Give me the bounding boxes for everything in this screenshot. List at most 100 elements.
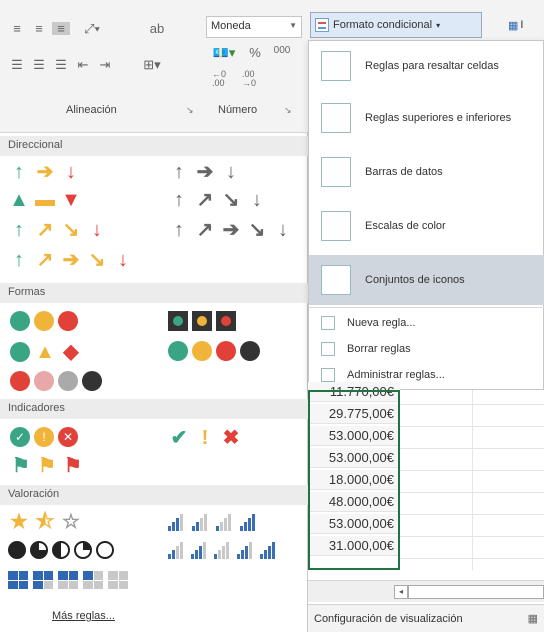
arrow-down-icon: ↓	[226, 161, 236, 183]
yellow-light-icon	[192, 311, 212, 331]
align-middle-icon[interactable]: ≡	[30, 22, 48, 35]
orientation-icon[interactable]: ⤢▾	[78, 22, 106, 35]
boxes-icon	[8, 571, 28, 589]
iconset-3-arrows-colored[interactable]: ↑ ➔ ↓	[8, 161, 82, 183]
iconset-4-arrows-gray[interactable]: ↑ ↗ ↘ ↓	[168, 189, 268, 211]
increase-indent-icon[interactable]: ⇥	[96, 58, 114, 71]
number-launcher-icon[interactable]: ↘	[284, 105, 292, 116]
arrow-up-icon: ↑	[14, 161, 24, 183]
arrow-up-icon: ↑	[174, 161, 184, 183]
merge-center-icon[interactable]: ⊞▾	[138, 58, 166, 71]
decrease-decimal-icon[interactable]: .00 →0	[236, 70, 262, 88]
iconset-3-stars[interactable]: ★ ⯪ ☆	[8, 511, 82, 533]
iconset-5-arrows-colored[interactable]: ↑ ↗ ➔ ↘ ↓	[8, 249, 134, 271]
green-circle-icon	[10, 342, 30, 362]
icon-sets-panel: Direccional ↑ ➔ ↓ ↑ ➔ ↓ ▲ ▬ ▼ ↑ ↗ ↘ ↓ ↑ …	[0, 133, 308, 632]
iconset-5-boxes[interactable]	[8, 571, 128, 589]
arrow-down-icon: ↓	[252, 189, 262, 211]
menu-item-icon-sets[interactable]: Conjuntos de iconos	[309, 255, 544, 305]
signal-bars-icon	[192, 513, 210, 531]
menu-item-top-bottom-rules[interactable]: Reglas superiores e inferiores	[309, 93, 544, 143]
status-bar: Configuración de visualización ▦	[308, 604, 544, 632]
iconset-3-flags[interactable]: ⚑ ⚑ ⚑	[10, 455, 84, 477]
iconset-red-to-black[interactable]	[10, 371, 102, 391]
iconset-3-triangles[interactable]: ▲ ▬ ▼	[8, 189, 82, 211]
table-format-button[interactable]: ▦ I	[508, 12, 544, 38]
menu-item-label: Reglas para resaltar celdas	[365, 60, 499, 72]
align-top-icon[interactable]: ≡	[8, 22, 26, 35]
iconset-5-arrows-gray[interactable]: ↑ ↗ ➔ ↘ ↓	[168, 219, 294, 241]
arrow-right-icon: ➔	[196, 161, 214, 183]
x-icon: ✖	[222, 427, 240, 449]
cell[interactable]: 53.000,00€	[308, 448, 400, 468]
arrow-up-right-icon: ↗	[36, 249, 54, 271]
quarter-one-icon	[74, 541, 92, 559]
align-center-icon[interactable]: ☰	[30, 58, 48, 71]
menu-item-highlight-rules[interactable]: Reglas para resaltar celdas	[309, 41, 544, 91]
quarter-full-icon	[8, 541, 26, 559]
align-bottom-icon[interactable]: ≡	[52, 22, 70, 35]
horizontal-scrollbar[interactable]: ◂	[308, 580, 544, 602]
triangle-down-icon: ▼	[61, 189, 81, 211]
manage-rules-icon	[321, 368, 335, 382]
iconset-5-quarters[interactable]	[8, 541, 114, 559]
gray-circle-icon	[58, 371, 78, 391]
menu-item-new-rule[interactable]: Nueva regla...	[309, 311, 544, 335]
menu-item-label: Escalas de color	[365, 220, 446, 232]
number-label: Número	[218, 104, 258, 116]
normal-view-icon[interactable]: ▦	[528, 612, 538, 625]
decrease-indent-icon[interactable]: ⇤	[74, 58, 92, 71]
arrow-down-icon: ↓	[66, 161, 76, 183]
iconset-3-symbols-circled[interactable]: ✓ ! ✕	[10, 427, 78, 447]
arrow-up-icon: ↑	[14, 249, 24, 271]
iconset-3-traffic-lights[interactable]	[10, 311, 78, 331]
yellow-circle-icon	[34, 311, 54, 331]
exclamation-icon: !	[201, 427, 209, 449]
cell[interactable]: 31.000,00€	[308, 536, 400, 556]
iconset-3-symbols[interactable]: ✔ ! ✖	[168, 427, 242, 449]
percent-style-button[interactable]: %	[246, 46, 264, 59]
align-right-icon[interactable]: ☰	[52, 58, 70, 71]
signal-bars-icon	[260, 541, 278, 559]
align-left-icon[interactable]: ☰	[8, 58, 26, 71]
cell[interactable]: 53.000,00€	[308, 426, 400, 446]
menu-item-label: Borrar reglas	[347, 343, 411, 355]
arrow-down-right-icon: ↘	[222, 189, 240, 211]
boxes-icon	[58, 571, 78, 589]
cell[interactable]: 48.000,00€	[308, 492, 400, 512]
accounting-format-icon[interactable]: 💶▾	[206, 46, 242, 59]
increase-decimal-icon[interactable]: ←0.00	[206, 70, 232, 88]
section-formas: Formas	[0, 283, 308, 303]
iconset-3-signs[interactable]: ▲ ◆	[10, 341, 82, 363]
comma-style-button[interactable]: 000	[268, 46, 296, 56]
more-rules-link[interactable]: Más reglas...	[52, 610, 115, 622]
quarter-three-icon	[30, 541, 48, 559]
cell[interactable]: 53.000,00€	[308, 514, 400, 534]
wrap-text-icon[interactable]: ab	[148, 22, 166, 35]
cell[interactable]: 11.770,00€	[308, 382, 400, 402]
iconset-4-traffic-lights[interactable]	[168, 341, 260, 361]
menu-item-data-bars[interactable]: Barras de datos	[309, 147, 544, 197]
scroll-thumb[interactable]	[408, 585, 544, 599]
green-light-icon	[168, 311, 188, 331]
menu-item-clear-rules[interactable]: Borrar reglas	[309, 337, 544, 361]
check-icon: ✔	[170, 427, 188, 449]
red-flag-icon: ⚑	[64, 455, 82, 477]
scroll-left-button[interactable]: ◂	[394, 585, 408, 599]
conditional-format-icon	[315, 18, 329, 32]
menu-item-color-scales[interactable]: Escalas de color	[309, 201, 544, 251]
cell[interactable]: 18.000,00€	[308, 470, 400, 490]
iconset-4-ratings[interactable]	[168, 513, 258, 531]
iconset-5-ratings[interactable]	[168, 541, 278, 559]
conditional-format-button[interactable]: Formato condicional ▾	[310, 12, 482, 38]
alignment-launcher-icon[interactable]: ↘	[186, 105, 194, 116]
iconset-3-traffic-lights-rimmed[interactable]	[168, 311, 236, 331]
signal-bars-icon	[237, 541, 255, 559]
iconset-4-arrows-colored[interactable]: ↑ ↗ ↘ ↓	[8, 219, 108, 241]
pink-circle-icon	[34, 371, 54, 391]
empty-cells[interactable]	[400, 390, 544, 570]
alignment-group: ≡ ≡ ≡ ⤢▾ ab ☰ ☰ ☰ ⇤ ⇥ ⊞▾ Alineación ↘	[8, 8, 208, 126]
cell[interactable]: 29.775,00€	[308, 404, 400, 424]
display-settings-label[interactable]: Configuración de visualización	[314, 613, 463, 625]
iconset-3-arrows-gray[interactable]: ↑ ➔ ↓	[168, 161, 242, 183]
